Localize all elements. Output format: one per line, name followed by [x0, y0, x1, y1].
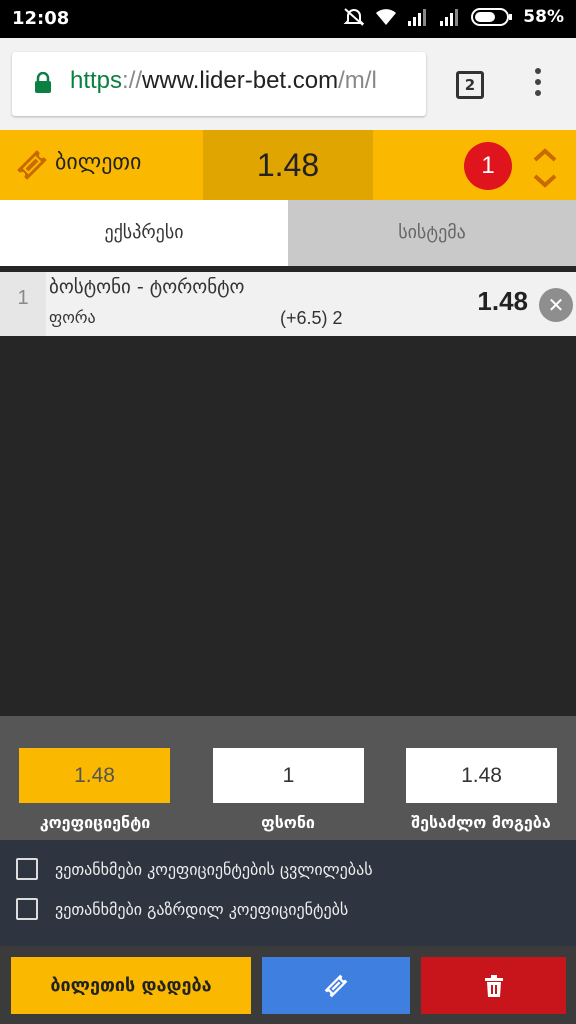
bet-index: 1: [0, 272, 46, 336]
trash-icon: [484, 974, 503, 997]
accept-raised-odds-checkbox[interactable]: [16, 898, 38, 920]
mute-icon: [343, 8, 365, 26]
status-time: 12:08: [12, 8, 70, 29]
close-icon: ✕: [539, 288, 573, 322]
overflow-menu-icon[interactable]: [530, 68, 546, 102]
address-bar[interactable]: https://www.lider-bet.com/m/l: [12, 52, 426, 116]
url-text: https://www.lider-bet.com/m/l: [70, 67, 377, 95]
payout-value: 1.48: [406, 748, 557, 803]
signal-icon: [440, 9, 459, 26]
url-host: www.lider-bet.com: [142, 67, 339, 94]
url-scheme: https: [70, 67, 123, 94]
payout-label: შესაძლო მოგება: [411, 813, 551, 832]
battery-level: 58%: [523, 7, 564, 27]
battery-icon: [471, 8, 513, 26]
bet-match: ბოსტონი - ტორონტო: [49, 276, 245, 298]
odds-label: კოეფიციენტი: [39, 813, 151, 832]
url-separator: ://: [122, 67, 143, 94]
ticket-options: ვეთანხმები კოეფიციენტების ცვლილებას ვეთა…: [0, 840, 576, 946]
ticket-actions: ბილეთის დადება: [0, 946, 576, 1024]
bet-market: ფორა: [49, 308, 96, 327]
accept-odds-change-checkbox[interactable]: [16, 858, 38, 880]
stake-input[interactable]: 1: [213, 748, 364, 803]
remove-bet-button[interactable]: ✕: [534, 272, 576, 336]
lock-icon: [35, 72, 51, 93]
bet-odds: 1.48: [477, 286, 528, 316]
signal-icon: [408, 9, 427, 26]
wifi-icon: [376, 9, 397, 25]
bet-pick: (+6.5) 2: [280, 308, 343, 328]
odds-value: 1.48: [19, 748, 170, 803]
accept-raised-odds-option[interactable]: ვეთანხმები გაზრდილ კოეფიციენტებს: [16, 897, 348, 921]
expand-collapse-icon[interactable]: [532, 148, 558, 188]
total-odds: 1.48: [203, 130, 373, 200]
status-icons: 58%: [343, 7, 564, 27]
bet-details: ბოსტონი - ტორონტო ფორა (+6.5) 2 1.48: [46, 272, 534, 336]
delete-ticket-button[interactable]: [421, 957, 566, 1014]
url-path: /m/l: [338, 67, 377, 94]
accept-odds-change-option[interactable]: ვეთანხმები კოეფიციენტების ცვლილებას: [16, 857, 373, 881]
bet-count-badge: 1: [464, 142, 512, 190]
place-bet-button[interactable]: ბილეთის დადება: [11, 957, 251, 1014]
ticket-button[interactable]: [262, 957, 410, 1014]
ticket-icon: [17, 150, 47, 180]
status-bar: 12:08 58%: [0, 0, 576, 38]
stake-label: ფსონი: [261, 813, 315, 832]
ticket-summary: 1.48 1 1.48 კოეფიციენტი ფსონი შესაძლო მო…: [0, 716, 576, 840]
bet-list-item: 1 ბოსტონი - ტორონტო ფორა (+6.5) 2 1.48 ✕: [0, 272, 576, 336]
accept-odds-change-label: ვეთანხმები კოეფიციენტების ცვლილებას: [55, 859, 373, 879]
tab-system[interactable]: სისტემა: [288, 200, 576, 266]
tab-switcher-button[interactable]: 2: [456, 71, 484, 99]
ticket-title: ბილეთი: [55, 150, 142, 175]
tab-express[interactable]: ექსპრესი: [0, 200, 288, 266]
ticket-icon: [324, 974, 348, 997]
accept-raised-odds-label: ვეთანხმები გაზრდილ კოეფიციენტებს: [55, 899, 349, 919]
browser-toolbar: https://www.lider-bet.com/m/l 2: [0, 38, 576, 130]
